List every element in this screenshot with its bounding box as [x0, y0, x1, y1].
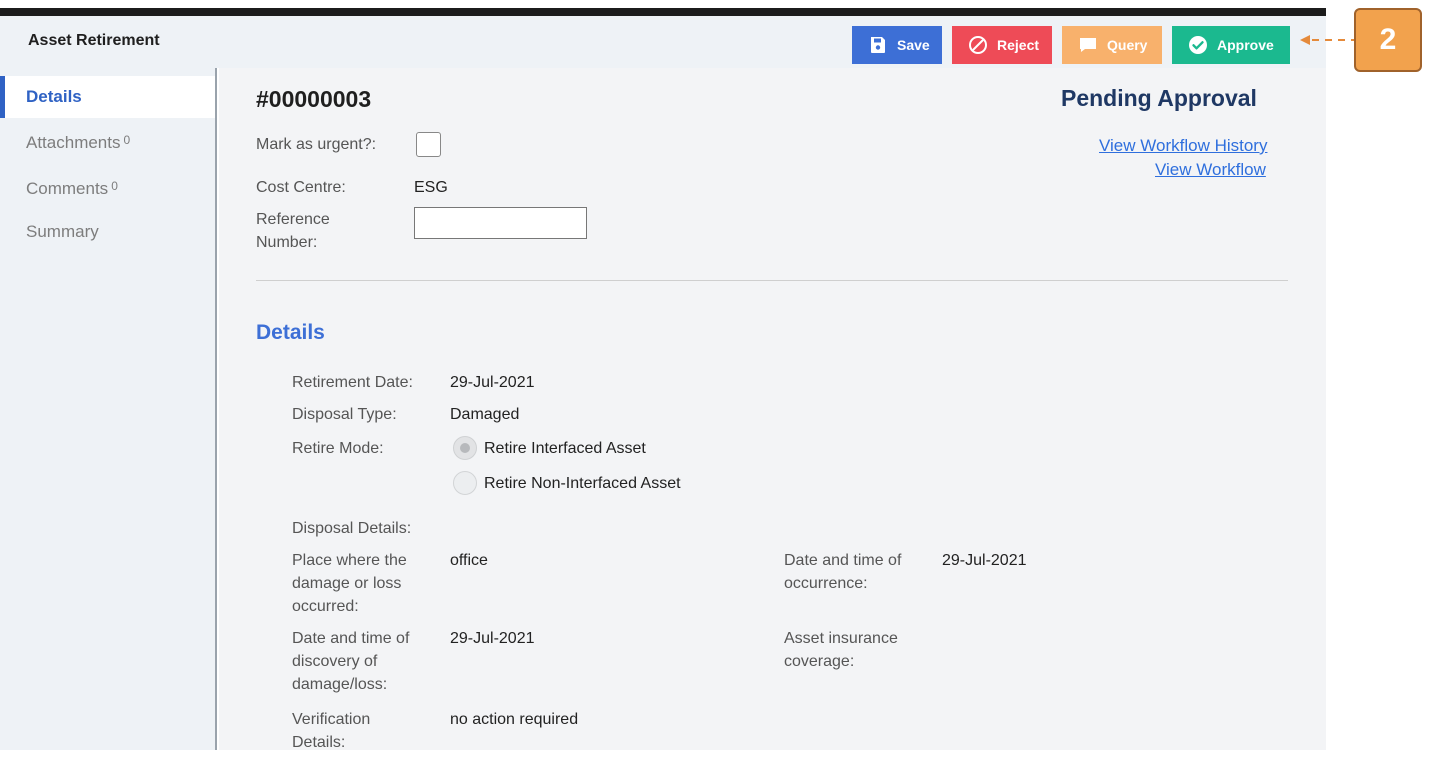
sidebar: Details Attachments 0 Comments 0 Summary	[0, 68, 217, 750]
reference-label-line2: Number:	[256, 234, 318, 251]
occurrence-label-line1: Date and time of	[784, 552, 902, 569]
cost-centre-label: Cost Centre:	[256, 179, 346, 196]
view-workflow-history-link[interactable]: View Workflow History	[1099, 136, 1267, 156]
reject-button-label: Reject	[997, 37, 1040, 53]
retirement-date-label: Retirement Date:	[292, 374, 413, 391]
radio-label-non-interfaced: Retire Non-Interfaced Asset	[484, 475, 681, 492]
prohibited-icon	[969, 36, 987, 54]
query-button-label: Query	[1107, 37, 1148, 53]
check-circle-icon	[1189, 36, 1207, 54]
status-label: Pending Approval	[1061, 85, 1257, 111]
floppy-disk-icon	[871, 37, 885, 53]
sidebar-item-label: Comments	[26, 179, 109, 198]
place-value: office	[450, 552, 488, 569]
app-title: Asset Retirement	[28, 32, 160, 49]
discovery-label-line1: Date and time of	[292, 630, 410, 647]
disposal-type-value: Damaged	[450, 406, 520, 423]
occurrence-value: 29-Jul-2021	[942, 552, 1027, 569]
verification-label-line1: Verification	[292, 711, 371, 728]
sidebar-item-label: Summary	[26, 222, 99, 241]
verification-value: no action required	[450, 711, 579, 728]
callout-arrow-icon	[1300, 35, 1356, 45]
approve-button[interactable]: Approve	[1172, 26, 1290, 64]
radio-retire-non-interfaced[interactable]	[453, 471, 477, 495]
sidebar-item-label: Attachments	[26, 133, 121, 152]
sidebar-item-summary[interactable]: Summary	[0, 211, 215, 253]
disposal-details-label: Disposal Details:	[292, 520, 412, 537]
sidebar-item-attachments[interactable]: Attachments 0	[0, 122, 215, 164]
insurance-label-line2: coverage:	[784, 653, 855, 670]
reject-button[interactable]: Reject	[952, 26, 1052, 64]
occurrence-label-line2: occurrence:	[784, 575, 868, 592]
discovery-label-line3: damage/loss:	[292, 676, 388, 693]
cost-centre-value: ESG	[414, 179, 448, 196]
insurance-label-line1: Asset insurance	[784, 630, 898, 647]
disposal-type-label: Disposal Type:	[292, 406, 397, 423]
sidebar-item-label: Details	[26, 87, 82, 106]
record-number: #00000003	[256, 86, 372, 112]
query-button[interactable]: Query	[1062, 26, 1162, 64]
window-top-border	[0, 8, 1326, 16]
retire-mode-label: Retire Mode:	[292, 440, 384, 457]
radio-retire-interfaced[interactable]	[453, 436, 477, 460]
attachments-count: 0	[123, 133, 131, 147]
retirement-date-value: 29-Jul-2021	[450, 374, 535, 391]
place-label-line3: occurred:	[292, 598, 359, 615]
save-button[interactable]: Save	[852, 26, 942, 64]
view-workflow-link[interactable]: View Workflow	[1155, 160, 1266, 180]
sidebar-item-details[interactable]: Details	[0, 76, 215, 118]
urgent-label: Mark as urgent?:	[256, 136, 377, 153]
place-label-line2: damage or loss	[292, 575, 402, 592]
urgent-checkbox[interactable]	[416, 132, 441, 157]
comments-count: 0	[111, 179, 118, 193]
verification-label-line2: Details:	[292, 734, 346, 751]
header-bar: Asset Retirement Save Reject Query Appro…	[0, 16, 1326, 68]
details-section-title: Details	[256, 321, 325, 344]
approve-button-label: Approve	[1217, 37, 1274, 53]
reference-label-line1: Reference	[256, 211, 330, 228]
divider	[256, 280, 1288, 281]
reference-number-input[interactable]	[414, 207, 587, 239]
callout-badge: 2	[1354, 8, 1422, 72]
place-label-line1: Place where the	[292, 552, 407, 569]
save-button-label: Save	[897, 37, 930, 53]
discovery-label-line2: discovery of	[292, 653, 378, 670]
sidebar-item-comments[interactable]: Comments 0	[0, 168, 215, 210]
main-content: #00000003 Pending Approval View Workflow…	[219, 68, 1326, 751]
radio-label-interfaced: Retire Interfaced Asset	[484, 440, 646, 457]
speech-bubble-icon	[1080, 38, 1096, 52]
discovery-value: 29-Jul-2021	[450, 630, 535, 647]
